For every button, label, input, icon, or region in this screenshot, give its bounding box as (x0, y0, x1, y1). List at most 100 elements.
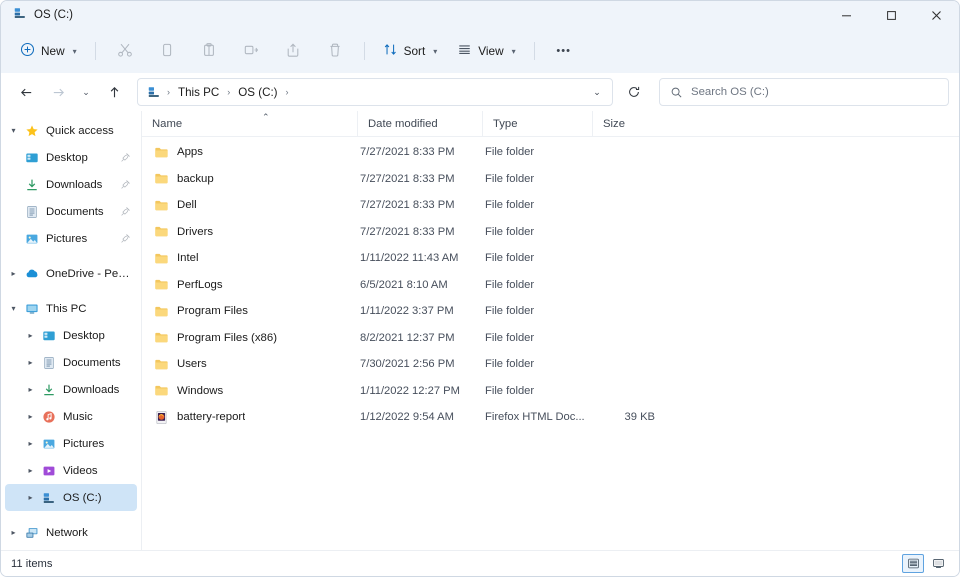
table-row[interactable]: Drivers 7/27/2021 8:33 PM File folder (145, 219, 956, 246)
file-date: 1/11/2022 11:43 AM (360, 252, 485, 264)
chevron-right-icon[interactable]: ▸ (22, 493, 39, 502)
sidebar-group-label: Quick access (46, 125, 114, 137)
sidebar-item-label: Pictures (46, 233, 87, 245)
chevron-right-icon[interactable]: ▸ (5, 269, 22, 278)
refresh-button[interactable] (619, 78, 649, 106)
new-button[interactable]: New ▾ (11, 35, 86, 67)
rename-button[interactable] (231, 35, 271, 67)
large-icons-view-button[interactable] (927, 554, 949, 573)
table-row[interactable]: Apps 7/27/2021 8:33 PM File folder (145, 139, 956, 166)
file-name-cell: battery-report (145, 410, 360, 425)
breadcrumb-item-this-pc[interactable]: This PC (173, 83, 224, 102)
file-name-cell: Drivers (145, 224, 360, 239)
close-button[interactable] (914, 1, 959, 29)
sidebar-item-os-c[interactable]: ▸ OS (C:) (5, 484, 137, 511)
view-button[interactable]: View ▾ (448, 35, 524, 67)
more-options-button[interactable]: ••• (544, 35, 584, 67)
pin-icon[interactable] (120, 233, 131, 244)
sort-button[interactable]: Sort ▾ (374, 35, 447, 67)
file-name-cell: Program Files (145, 304, 360, 319)
sidebar-group-label: This PC (46, 303, 87, 315)
folder-icon (154, 330, 169, 345)
sidebar-item-label: Pictures (63, 438, 104, 450)
breadcrumb[interactable]: › This PC › OS (C:) › ⌄ (137, 78, 613, 106)
chevron-right-icon[interactable]: ▸ (22, 331, 39, 340)
sidebar-item-documents-pc[interactable]: ▸ Documents (5, 349, 137, 376)
copy-button[interactable] (147, 35, 187, 67)
sidebar-item-downloads-pc[interactable]: ▸ Downloads (5, 376, 137, 403)
maximize-button[interactable] (869, 1, 914, 29)
sidebar-item-videos[interactable]: ▸ Videos (5, 457, 137, 484)
chevron-right-icon[interactable]: ▸ (22, 412, 39, 421)
sidebar-item-onedrive[interactable]: ▸ OneDrive - Personal (5, 260, 137, 287)
pin-icon[interactable] (120, 179, 131, 190)
column-header-date-modified[interactable]: Date modified (357, 111, 482, 137)
sidebar-item-downloads-quick[interactable]: Downloads (5, 171, 137, 198)
chevron-down-icon[interactable]: ▾ (5, 126, 22, 135)
up-button[interactable] (99, 78, 129, 106)
column-header-size[interactable]: Size (592, 111, 664, 137)
column-header-name[interactable]: Name ⌃ (142, 111, 357, 137)
pin-icon[interactable] (120, 152, 131, 163)
explorer-body: ▾ Quick access Desktop (1, 111, 959, 550)
chevron-right-icon[interactable]: ▸ (22, 466, 39, 475)
table-row[interactable]: Program Files 1/11/2022 3:37 PM File fol… (145, 298, 956, 325)
minimize-button[interactable] (824, 1, 869, 29)
copy-icon (159, 42, 175, 61)
table-row[interactable]: backup 7/27/2021 8:33 PM File folder (145, 166, 956, 193)
rename-icon (243, 42, 259, 61)
sidebar-item-pictures-pc[interactable]: ▸ Pictures (5, 430, 137, 457)
column-header-type[interactable]: Type (482, 111, 592, 137)
file-date: 7/27/2021 8:33 PM (360, 226, 485, 238)
table-row[interactable]: Users 7/30/2021 2:56 PM File folder (145, 351, 956, 378)
cut-button[interactable] (105, 35, 145, 67)
chevron-right-icon[interactable]: ▸ (22, 439, 39, 448)
share-button[interactable] (273, 35, 313, 67)
table-row[interactable]: Intel 1/11/2022 11:43 AM File folder (145, 245, 956, 272)
sidebar-item-desktop-quick[interactable]: Desktop (5, 144, 137, 171)
chevron-right-icon[interactable]: ▸ (22, 385, 39, 394)
sidebar-group-quick-access[interactable]: ▾ Quick access (5, 117, 137, 144)
folder-icon (154, 383, 169, 398)
search-box[interactable] (659, 78, 949, 106)
command-toolbar: New ▾ (1, 29, 959, 73)
table-row[interactable]: PerfLogs 6/5/2021 8:10 AM File folder (145, 272, 956, 299)
sidebar-item-music[interactable]: ▸ Music (5, 403, 137, 430)
sidebar-item-label: Downloads (46, 179, 102, 191)
recent-locations-button[interactable]: ⌄ (75, 78, 97, 106)
file-type: File folder (485, 305, 595, 317)
desktop-icon (39, 329, 59, 343)
forward-button[interactable] (43, 78, 73, 106)
sidebar-item-pictures-quick[interactable]: Pictures (5, 225, 137, 252)
breadcrumb-dropdown-button[interactable]: ⌄ (586, 81, 608, 103)
table-row[interactable]: battery-report 1/12/2022 9:54 AM Firefox… (145, 404, 956, 431)
chevron-right-icon[interactable]: ▸ (5, 528, 22, 537)
paste-button[interactable] (189, 35, 229, 67)
sidebar-item-network[interactable]: ▸ Network (5, 519, 137, 546)
file-type: File folder (485, 279, 595, 291)
sidebar-item-documents-quick[interactable]: Documents (5, 198, 137, 225)
breadcrumb-item-os-c[interactable]: OS (C:) (233, 83, 282, 102)
pictures-icon (39, 437, 59, 451)
details-view-button[interactable] (902, 554, 924, 573)
table-row[interactable]: Dell 7/27/2021 8:33 PM File folder (145, 192, 956, 219)
file-date: 7/27/2021 8:33 PM (360, 199, 485, 211)
view-button-label: View (478, 44, 503, 58)
star-icon (22, 124, 42, 138)
delete-button[interactable] (315, 35, 355, 67)
sidebar-item-desktop-pc[interactable]: ▸ Desktop (5, 322, 137, 349)
sidebar-group-this-pc[interactable]: ▾ This PC (5, 295, 137, 322)
chevron-right-icon[interactable]: ▸ (22, 358, 39, 367)
cloud-icon (22, 266, 42, 281)
new-button-label: New (41, 44, 65, 58)
file-date: 7/27/2021 8:33 PM (360, 146, 485, 158)
documents-icon (39, 356, 59, 370)
folder-icon (154, 198, 169, 213)
back-button[interactable] (11, 78, 41, 106)
table-row[interactable]: Windows 1/11/2022 12:27 PM File folder (145, 378, 956, 405)
chevron-down-icon[interactable]: ▾ (5, 304, 22, 313)
table-row[interactable]: Program Files (x86) 8/2/2021 12:37 PM Fi… (145, 325, 956, 352)
pin-icon[interactable] (120, 206, 131, 217)
search-input[interactable] (691, 86, 938, 98)
toolbar-divider-3 (534, 42, 535, 60)
